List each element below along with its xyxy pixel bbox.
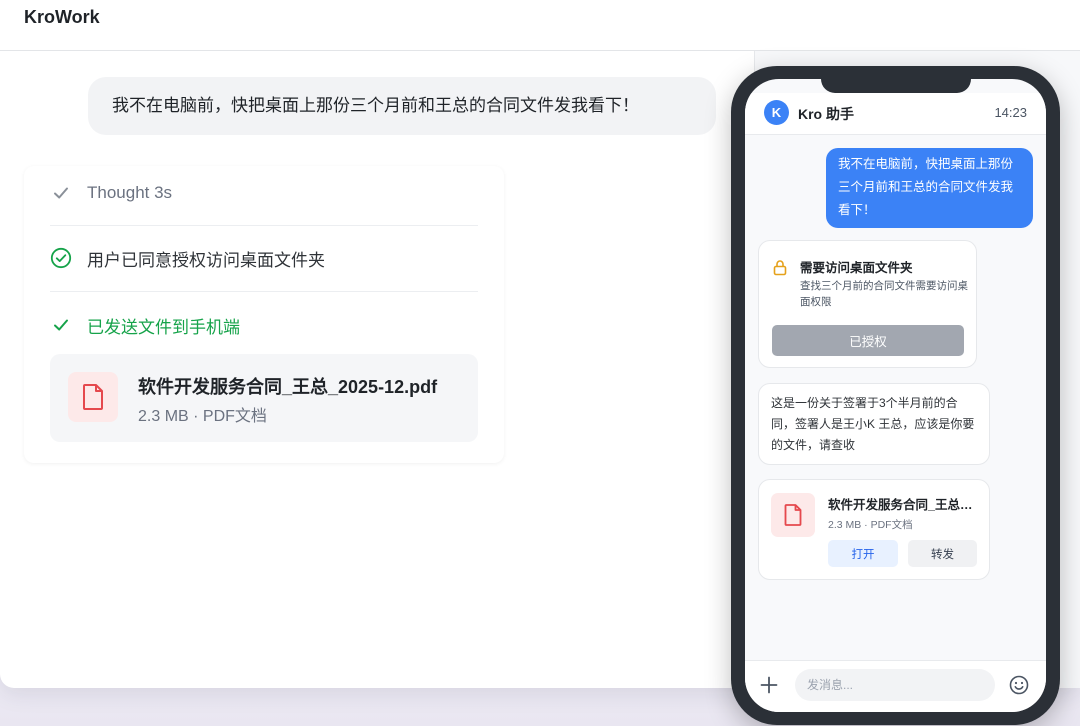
pdf-file-icon xyxy=(771,493,815,537)
check-icon xyxy=(50,182,72,204)
phone-user-message: 我不在电脑前，快把桌面上那份三个月前和王总的合同文件发我看下！ xyxy=(826,148,1033,228)
phone-screen: K Kro 助手 14:23 我不在电脑前，快把桌面上那份三个月前和王总的合同文… xyxy=(745,79,1046,712)
file-attachment-card[interactable]: 软件开发服务合同_王总_2025-12.pdf 2.3 MB · PDF文档 xyxy=(50,354,478,442)
avatar: K xyxy=(764,100,789,125)
open-file-button[interactable]: 打开 xyxy=(828,540,898,567)
check-icon xyxy=(50,314,72,336)
agent-steps-card: Thought 3s 用户已同意授权访问桌面文件夹 已发送文件到手机端 软件开发… xyxy=(24,166,504,463)
permission-description: 查找三个月前的合同文件需要访问桌面权限 xyxy=(800,280,968,308)
top-bar: KroWork xyxy=(0,0,1080,51)
authorized-button[interactable]: 已授权 xyxy=(772,325,964,356)
app-title: KroWork xyxy=(24,7,100,27)
permission-title: 需要访问桌面文件夹 xyxy=(800,261,913,275)
file-name: 软件开发服务合同_王总_2025-12.pdf xyxy=(138,377,438,397)
message-input-bar xyxy=(745,660,1046,712)
forward-file-button[interactable]: 转发 xyxy=(908,540,977,567)
permission-card: 需要访问桌面文件夹 查找三个月前的合同文件需要访问桌面权限 已授权 xyxy=(758,240,977,368)
step-thought-text: Thought 3s xyxy=(87,183,173,202)
lock-icon xyxy=(772,259,788,281)
user-message-bubble: 我不在电脑前，快把桌面上那份三个月前和王总的合同文件发我看下！ xyxy=(88,77,716,135)
phone-mockup: K Kro 助手 14:23 我不在电脑前，快把桌面上那份三个月前和王总的合同文… xyxy=(731,66,1060,725)
step-thought[interactable]: Thought 3s xyxy=(50,175,172,211)
phone-file-name: 软件开发服务合同_王总_2025-12.pdf xyxy=(828,498,978,512)
step-file-sent-text: 已发送文件到手机端 xyxy=(87,317,240,337)
pdf-file-icon xyxy=(68,372,118,422)
step-authorization: 用户已同意授权访问桌面文件夹 xyxy=(50,240,325,276)
divider xyxy=(50,225,478,226)
phone-notch xyxy=(821,79,971,93)
phone-chat-header: K Kro 助手 14:23 xyxy=(745,93,1046,135)
phone-chat-title: Kro 助手 xyxy=(798,106,854,122)
phone-time: 14:23 xyxy=(994,105,1027,120)
emoji-icon[interactable] xyxy=(1008,674,1030,701)
phone-file-meta: 2.3 MB · PDF文档 xyxy=(828,519,913,531)
file-meta: 2.3 MB · PDF文档 xyxy=(138,408,267,425)
divider xyxy=(50,291,478,292)
assistant-reply: 这是一份关于签署于3个半月前的合同，签署人是王小K 王总，应该是你要的文件，请查… xyxy=(758,383,990,465)
step-file-sent: 已发送文件到手机端 xyxy=(50,307,240,343)
phone-file-card[interactable]: 软件开发服务合同_王总_2025-12.pdf 2.3 MB · PDF文档 打… xyxy=(758,479,990,580)
plus-icon[interactable] xyxy=(759,675,779,700)
check-circle-icon xyxy=(50,247,72,269)
message-input[interactable] xyxy=(795,669,995,701)
step-authorization-text: 用户已同意授权访问桌面文件夹 xyxy=(87,250,325,270)
